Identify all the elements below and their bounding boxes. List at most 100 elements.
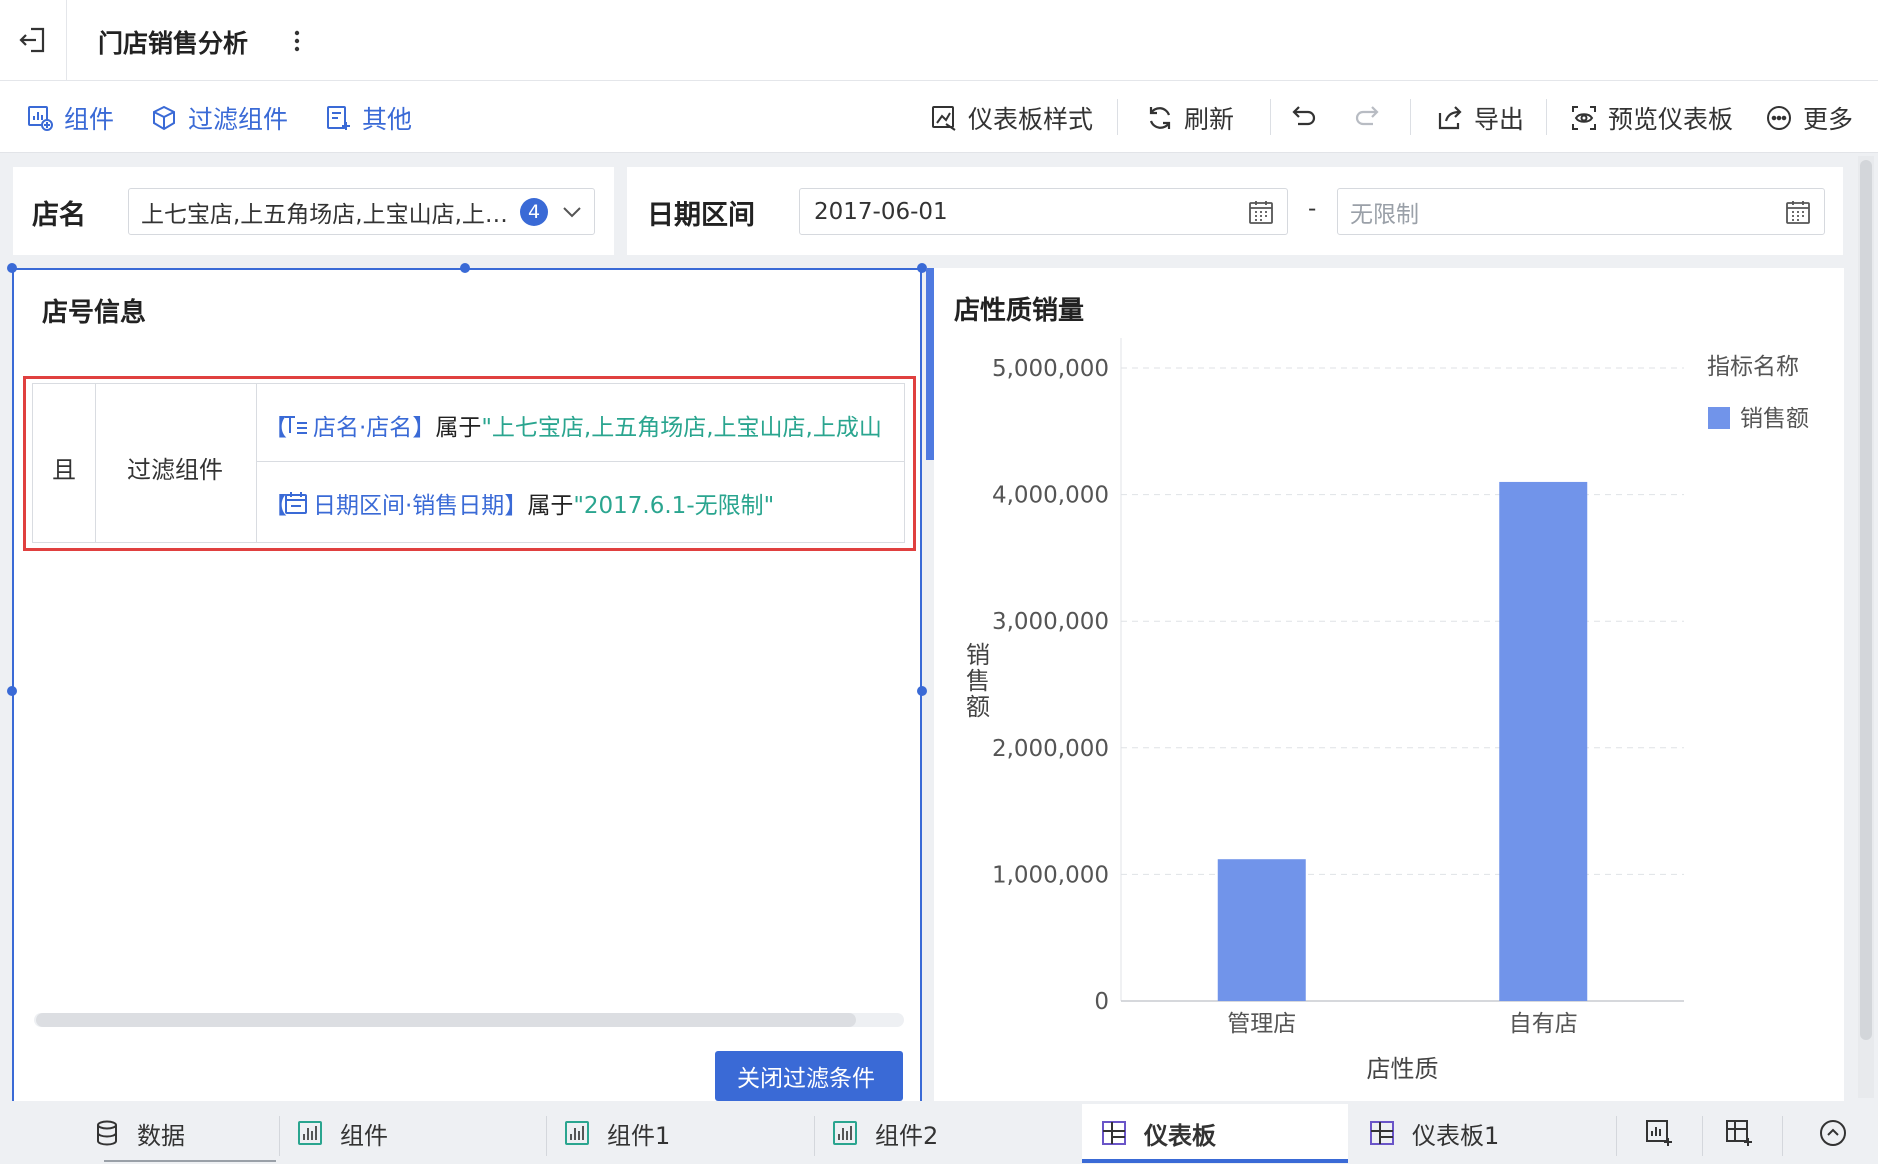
refresh-button[interactable]: 刷新 — [1146, 100, 1234, 136]
chart-tab-icon — [831, 1119, 859, 1147]
y-tick-label: 3,000,000 — [992, 609, 1109, 635]
tab-underline — [104, 1160, 276, 1162]
add-component-label: 组件 — [64, 105, 115, 134]
store-select[interactable]: 上七宝店,上五角场店,上宝山店,上… 4 — [128, 188, 595, 235]
tab-component-2[interactable]: 组件2 — [815, 1104, 1081, 1162]
condition-operator: 属于 — [435, 415, 482, 441]
condition-bracket: 】 — [504, 493, 528, 519]
resize-handle[interactable] — [7, 263, 17, 273]
y-tick-label: 5,000,000 — [992, 356, 1109, 382]
tab-label: 组件1 — [607, 1121, 671, 1150]
condition-value[interactable]: "2017.6.1-无限制" — [573, 486, 774, 520]
tab-data[interactable]: 数据 — [0, 1104, 278, 1162]
dashboard-style-button[interactable]: 仪表板样式 — [930, 100, 1093, 136]
toolbar-divider — [1410, 99, 1411, 135]
chevron-down-icon — [560, 200, 584, 224]
tab-divider — [1702, 1116, 1703, 1156]
scrollbar-thumb[interactable] — [1860, 160, 1872, 1040]
widget-title: 店号信息 — [42, 298, 147, 328]
tab-label: 组件 — [340, 1121, 388, 1150]
active-tab-indicator — [1082, 1159, 1348, 1163]
condition-field[interactable]: 日期区间·销售日期 — [313, 486, 504, 520]
more-button[interactable]: 更多 — [1765, 100, 1853, 136]
vertical-scrollbar[interactable] — [1858, 156, 1874, 1098]
more-circle-icon — [1765, 104, 1793, 132]
x-tick-label: 自有店 — [1509, 1011, 1578, 1037]
filter-group-label: 过滤组件 — [127, 456, 223, 484]
more-label: 更多 — [1803, 105, 1854, 134]
add-chart-icon — [26, 104, 54, 132]
other-button[interactable]: 其他 — [324, 100, 412, 136]
date-range-dash: - — [1308, 196, 1317, 222]
date-end-input[interactable]: 无限制 — [1337, 188, 1825, 235]
other-label: 其他 — [362, 105, 413, 134]
resize-handle[interactable] — [917, 686, 927, 696]
x-tick-label: 管理店 — [1227, 1011, 1296, 1037]
add-dashboard-tab-icon[interactable] — [1724, 1118, 1754, 1148]
date-start-input[interactable]: 2017-06-01 — [799, 188, 1288, 235]
preview-dashboard-button[interactable]: 预览仪表板 — [1570, 100, 1733, 136]
redo-icon[interactable] — [1353, 102, 1381, 130]
tab-component-1[interactable]: 组件1 — [547, 1104, 814, 1162]
logic-operator: 且 — [52, 456, 76, 484]
tab-label: 数据 — [137, 1121, 185, 1150]
export-icon — [1436, 104, 1464, 132]
condition-row: 【 日期区间·销售日期 】 属于 "2017.6.1-无限制" — [264, 486, 904, 520]
bar — [1499, 481, 1588, 1001]
undo-icon[interactable] — [1290, 102, 1318, 130]
close-filter-button[interactable]: 关闭过滤条件 — [715, 1051, 903, 1101]
toolbar-divider — [1117, 99, 1118, 135]
tab-component[interactable]: 组件 — [280, 1104, 546, 1162]
tab-divider — [1616, 1116, 1617, 1156]
add-component-tab-icon[interactable] — [1644, 1118, 1674, 1148]
bar — [1217, 859, 1306, 1001]
calendar-icon — [1784, 198, 1812, 226]
chart-tab-icon — [563, 1119, 591, 1147]
scrollbar-thumb[interactable] — [36, 1013, 856, 1027]
toolbar-divider — [1270, 99, 1271, 135]
y-tick-label: 2,000,000 — [992, 736, 1109, 762]
divider — [256, 461, 905, 462]
more-vertical-icon[interactable] — [290, 28, 304, 54]
add-filter-button[interactable]: 过滤组件 — [150, 100, 288, 136]
tab-dashboard-1[interactable]: 仪表板1 — [1350, 1104, 1616, 1162]
database-icon — [93, 1119, 121, 1147]
store-select-value: 上七宝店,上五角场店,上宝山店,上… — [141, 201, 508, 228]
collapse-up-icon[interactable] — [1818, 1118, 1848, 1148]
preview-eye-icon — [1570, 104, 1598, 132]
legend-swatch — [1708, 407, 1730, 429]
tab-label: 仪表板 — [1144, 1121, 1216, 1150]
export-label: 导出 — [1474, 105, 1525, 134]
legend-label: 销售额 — [1740, 406, 1809, 432]
add-component-button[interactable]: 组件 — [26, 100, 114, 136]
y-axis-title-char: 售 — [966, 667, 990, 695]
dashboard-tab-icon — [1368, 1119, 1396, 1147]
tab-label: 组件2 — [875, 1121, 939, 1150]
date-filter-label: 日期区间 — [647, 200, 755, 231]
y-axis-title-char: 销 — [966, 641, 990, 669]
condition-operator: 属于 — [527, 493, 574, 519]
condition-field[interactable]: 店名·店名 — [313, 408, 412, 442]
close-filter-label: 关闭过滤条件 — [737, 1066, 875, 1092]
y-tick-label: 0 — [1094, 989, 1109, 1015]
horizontal-scrollbar[interactable] — [34, 1013, 904, 1027]
resize-handle[interactable] — [460, 263, 470, 273]
condition-value[interactable]: "上七宝店,上五角场店,上宝山店,上成山 — [481, 408, 882, 442]
divider — [95, 383, 96, 543]
title-bar: 门店销售分析 — [0, 0, 1878, 81]
other-doc-icon — [324, 104, 352, 132]
export-button[interactable]: 导出 — [1436, 100, 1524, 136]
selected-count-badge: 4 — [520, 197, 548, 226]
dashboard-tab-icon — [1100, 1119, 1128, 1147]
resize-handle[interactable] — [7, 686, 17, 696]
refresh-label: 刷新 — [1184, 105, 1235, 134]
condition-row: 【 店名·店名 】 属于 "上七宝店,上五角场店,上宝山店,上成山 — [264, 408, 904, 442]
legend-title: 指标名称 — [1707, 354, 1799, 380]
y-axis-title-char: 额 — [966, 693, 990, 721]
date-end-placeholder: 无限制 — [1350, 201, 1419, 228]
exit-icon[interactable] — [18, 25, 48, 55]
y-tick-label: 4,000,000 — [992, 483, 1109, 509]
preview-dashboard-label: 预览仪表板 — [1608, 105, 1734, 134]
divider — [66, 0, 67, 80]
tab-dashboard[interactable]: 仪表板 — [1082, 1104, 1348, 1162]
